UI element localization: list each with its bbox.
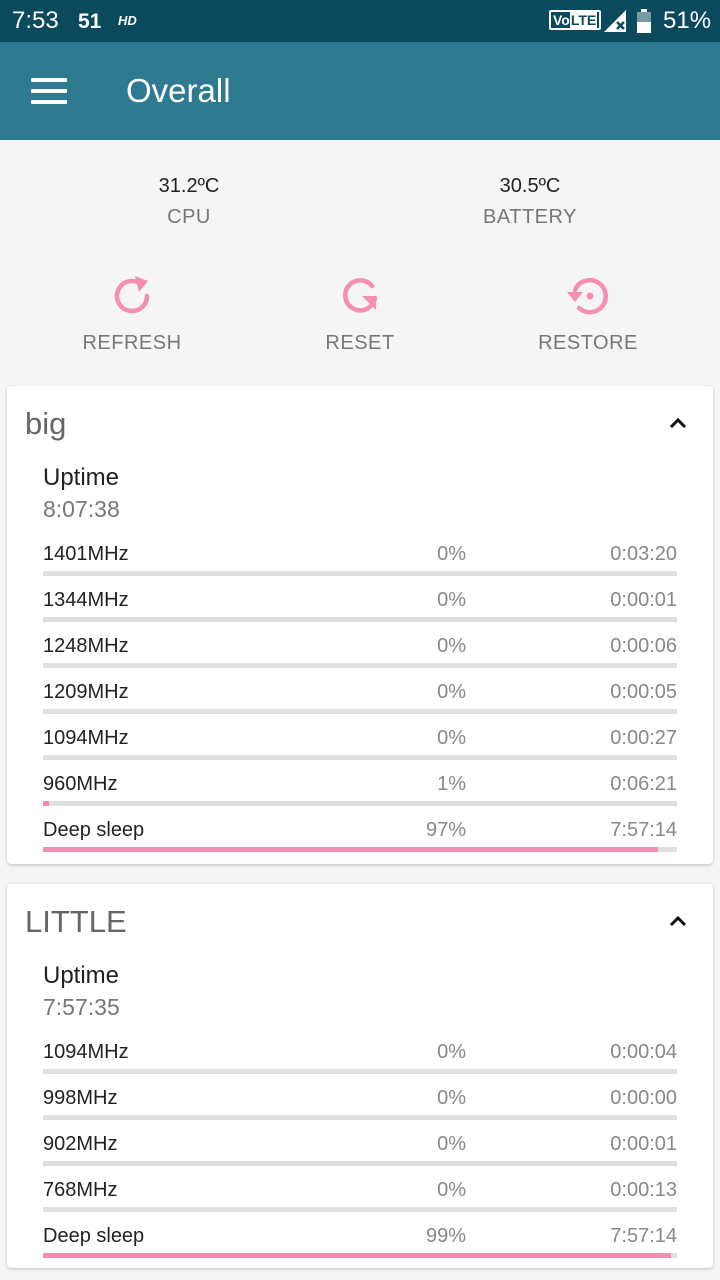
uptime-label: Uptime <box>43 464 120 491</box>
frequency-label: 1094MHz <box>43 1041 129 1063</box>
frequency-row: 1209MHz 0% 0:00:05 <box>43 681 677 725</box>
cluster-name: big <box>25 406 67 441</box>
frequency-label: Deep sleep <box>43 819 145 841</box>
usage-bar <box>43 1161 677 1166</box>
usage-bar <box>43 1207 677 1212</box>
usage-bar <box>43 1115 677 1120</box>
cluster-card-big: big Uptime 8:07:38 1401MHz 0% 0:03:20 1344M… <box>7 386 713 864</box>
frequency-row: 998MHz 0% 0:00:00 <box>43 1087 677 1131</box>
frequency-percent: 0% <box>437 681 466 703</box>
frequency-label: 1094MHz <box>43 727 129 749</box>
battery-temp-value: 30.5ºC <box>499 175 561 197</box>
frequency-time: 0:00:27 <box>610 727 677 749</box>
frequency-time: 0:00:05 <box>610 681 677 703</box>
usage-bar-fill <box>43 847 658 852</box>
frequency-row: Deep sleep 97% 7:57:14 <box>43 819 677 863</box>
restore-button[interactable]: RESTORE <box>503 272 673 355</box>
frequency-time: 0:00:04 <box>610 1041 677 1063</box>
usage-bar <box>43 1253 677 1258</box>
frequency-label: 902MHz <box>43 1133 118 1155</box>
frequency-time: 0:00:00 <box>610 1087 677 1109</box>
frequency-percent: 0% <box>437 635 466 657</box>
chevron-up-icon[interactable] <box>663 906 693 936</box>
frequency-label: 1248MHz <box>43 635 129 657</box>
refresh-label: REFRESH <box>82 332 182 354</box>
battery-icon <box>637 9 651 33</box>
frequency-percent: 0% <box>437 543 466 565</box>
app-bar: Overall <box>0 42 720 140</box>
frequency-row: 960MHz 1% 0:06:21 <box>43 773 677 817</box>
frequency-percent: 0% <box>437 589 466 611</box>
volte-icon: VoLTE <box>549 10 602 30</box>
cluster-card-little: LITTLE Uptime 7:57:35 1094MHz 0% 0:00:04 99… <box>7 884 713 1268</box>
page-title: Overall <box>126 72 231 109</box>
refresh-icon <box>114 276 150 314</box>
frequency-percent: 0% <box>437 1133 466 1155</box>
usage-bar <box>43 709 677 714</box>
usage-bar <box>43 663 677 668</box>
cpu-temp-value: 31.2ºC <box>158 175 220 197</box>
uptime-label: Uptime <box>43 962 120 989</box>
usage-bar <box>43 847 677 852</box>
frequency-row: 768MHz 0% 0:00:13 <box>43 1179 677 1223</box>
usage-bar <box>43 801 677 806</box>
frequency-time: 7:57:14 <box>610 819 677 841</box>
frequency-row: 1248MHz 0% 0:00:06 <box>43 635 677 679</box>
hd-indicator: HD <box>118 13 137 28</box>
usage-bar <box>43 617 677 622</box>
reset-icon <box>343 278 378 313</box>
frequency-time: 0:03:20 <box>610 543 677 565</box>
hamburger-menu-icon[interactable] <box>31 78 67 104</box>
cpu-temperature: 31.2ºC CPU <box>89 175 289 229</box>
frequency-percent: 0% <box>437 727 466 749</box>
uptime-value: 7:57:35 <box>43 994 120 1020</box>
frequency-percent: 0% <box>437 1087 466 1109</box>
frequency-row: 1344MHz 0% 0:00:01 <box>43 589 677 633</box>
cpu-temp-label: CPU <box>167 206 211 228</box>
frequency-label: 960MHz <box>43 773 118 795</box>
reset-label: RESET <box>325 332 395 354</box>
frequency-row: 1094MHz 0% 0:00:27 <box>43 727 677 771</box>
frequency-row: 1401MHz 0% 0:03:20 <box>43 543 677 587</box>
frequency-row: 902MHz 0% 0:00:01 <box>43 1133 677 1177</box>
frequency-label: 1344MHz <box>43 589 129 611</box>
frequency-percent: 0% <box>437 1179 466 1201</box>
usage-bar-fill <box>43 1253 671 1258</box>
usage-bar <box>43 1069 677 1074</box>
frequency-time: 0:00:13 <box>610 1179 677 1201</box>
status-time: 7:53 <box>12 7 59 34</box>
uptime-value: 8:07:38 <box>43 496 120 522</box>
restore-icon <box>567 277 608 315</box>
frequency-label: 768MHz <box>43 1179 118 1201</box>
frequency-time: 7:57:14 <box>610 1225 677 1247</box>
battery-temp-label: BATTERY <box>483 206 577 228</box>
frequency-time: 0:00:06 <box>610 635 677 657</box>
frequency-label: 1401MHz <box>43 543 129 565</box>
reset-button[interactable]: RESET <box>275 272 445 355</box>
notification-indicator: 51 <box>78 10 102 33</box>
frequency-time: 0:06:21 <box>610 773 677 795</box>
signal-icon <box>604 10 626 32</box>
usage-bar <box>43 755 677 760</box>
refresh-button[interactable]: REFRESH <box>47 272 217 355</box>
status-bar: 7:53 51 HD VoLTE 51% <box>0 0 720 42</box>
frequency-time: 0:00:01 <box>610 1133 677 1155</box>
frequency-percent: 1% <box>437 773 466 795</box>
frequency-percent: 99% <box>425 1225 466 1247</box>
cluster-name: LITTLE <box>25 904 127 939</box>
usage-bar-fill <box>43 801 50 806</box>
frequency-row: Deep sleep 99% 7:57:14 <box>43 1225 677 1269</box>
chevron-up-icon[interactable] <box>663 408 693 438</box>
battery-temperature: 30.5ºC BATTERY <box>430 175 630 229</box>
usage-bar <box>43 571 677 576</box>
frequency-label: 1209MHz <box>43 681 129 703</box>
frequency-row: 1094MHz 0% 0:00:04 <box>43 1041 677 1085</box>
frequency-label: Deep sleep <box>43 1225 145 1247</box>
battery-percentage: 51% <box>663 7 712 34</box>
frequency-label: 998MHz <box>43 1087 118 1109</box>
restore-label: RESTORE <box>538 332 638 354</box>
frequency-time: 0:00:01 <box>610 589 677 611</box>
frequency-percent: 0% <box>437 1041 466 1063</box>
frequency-percent: 97% <box>425 819 466 841</box>
